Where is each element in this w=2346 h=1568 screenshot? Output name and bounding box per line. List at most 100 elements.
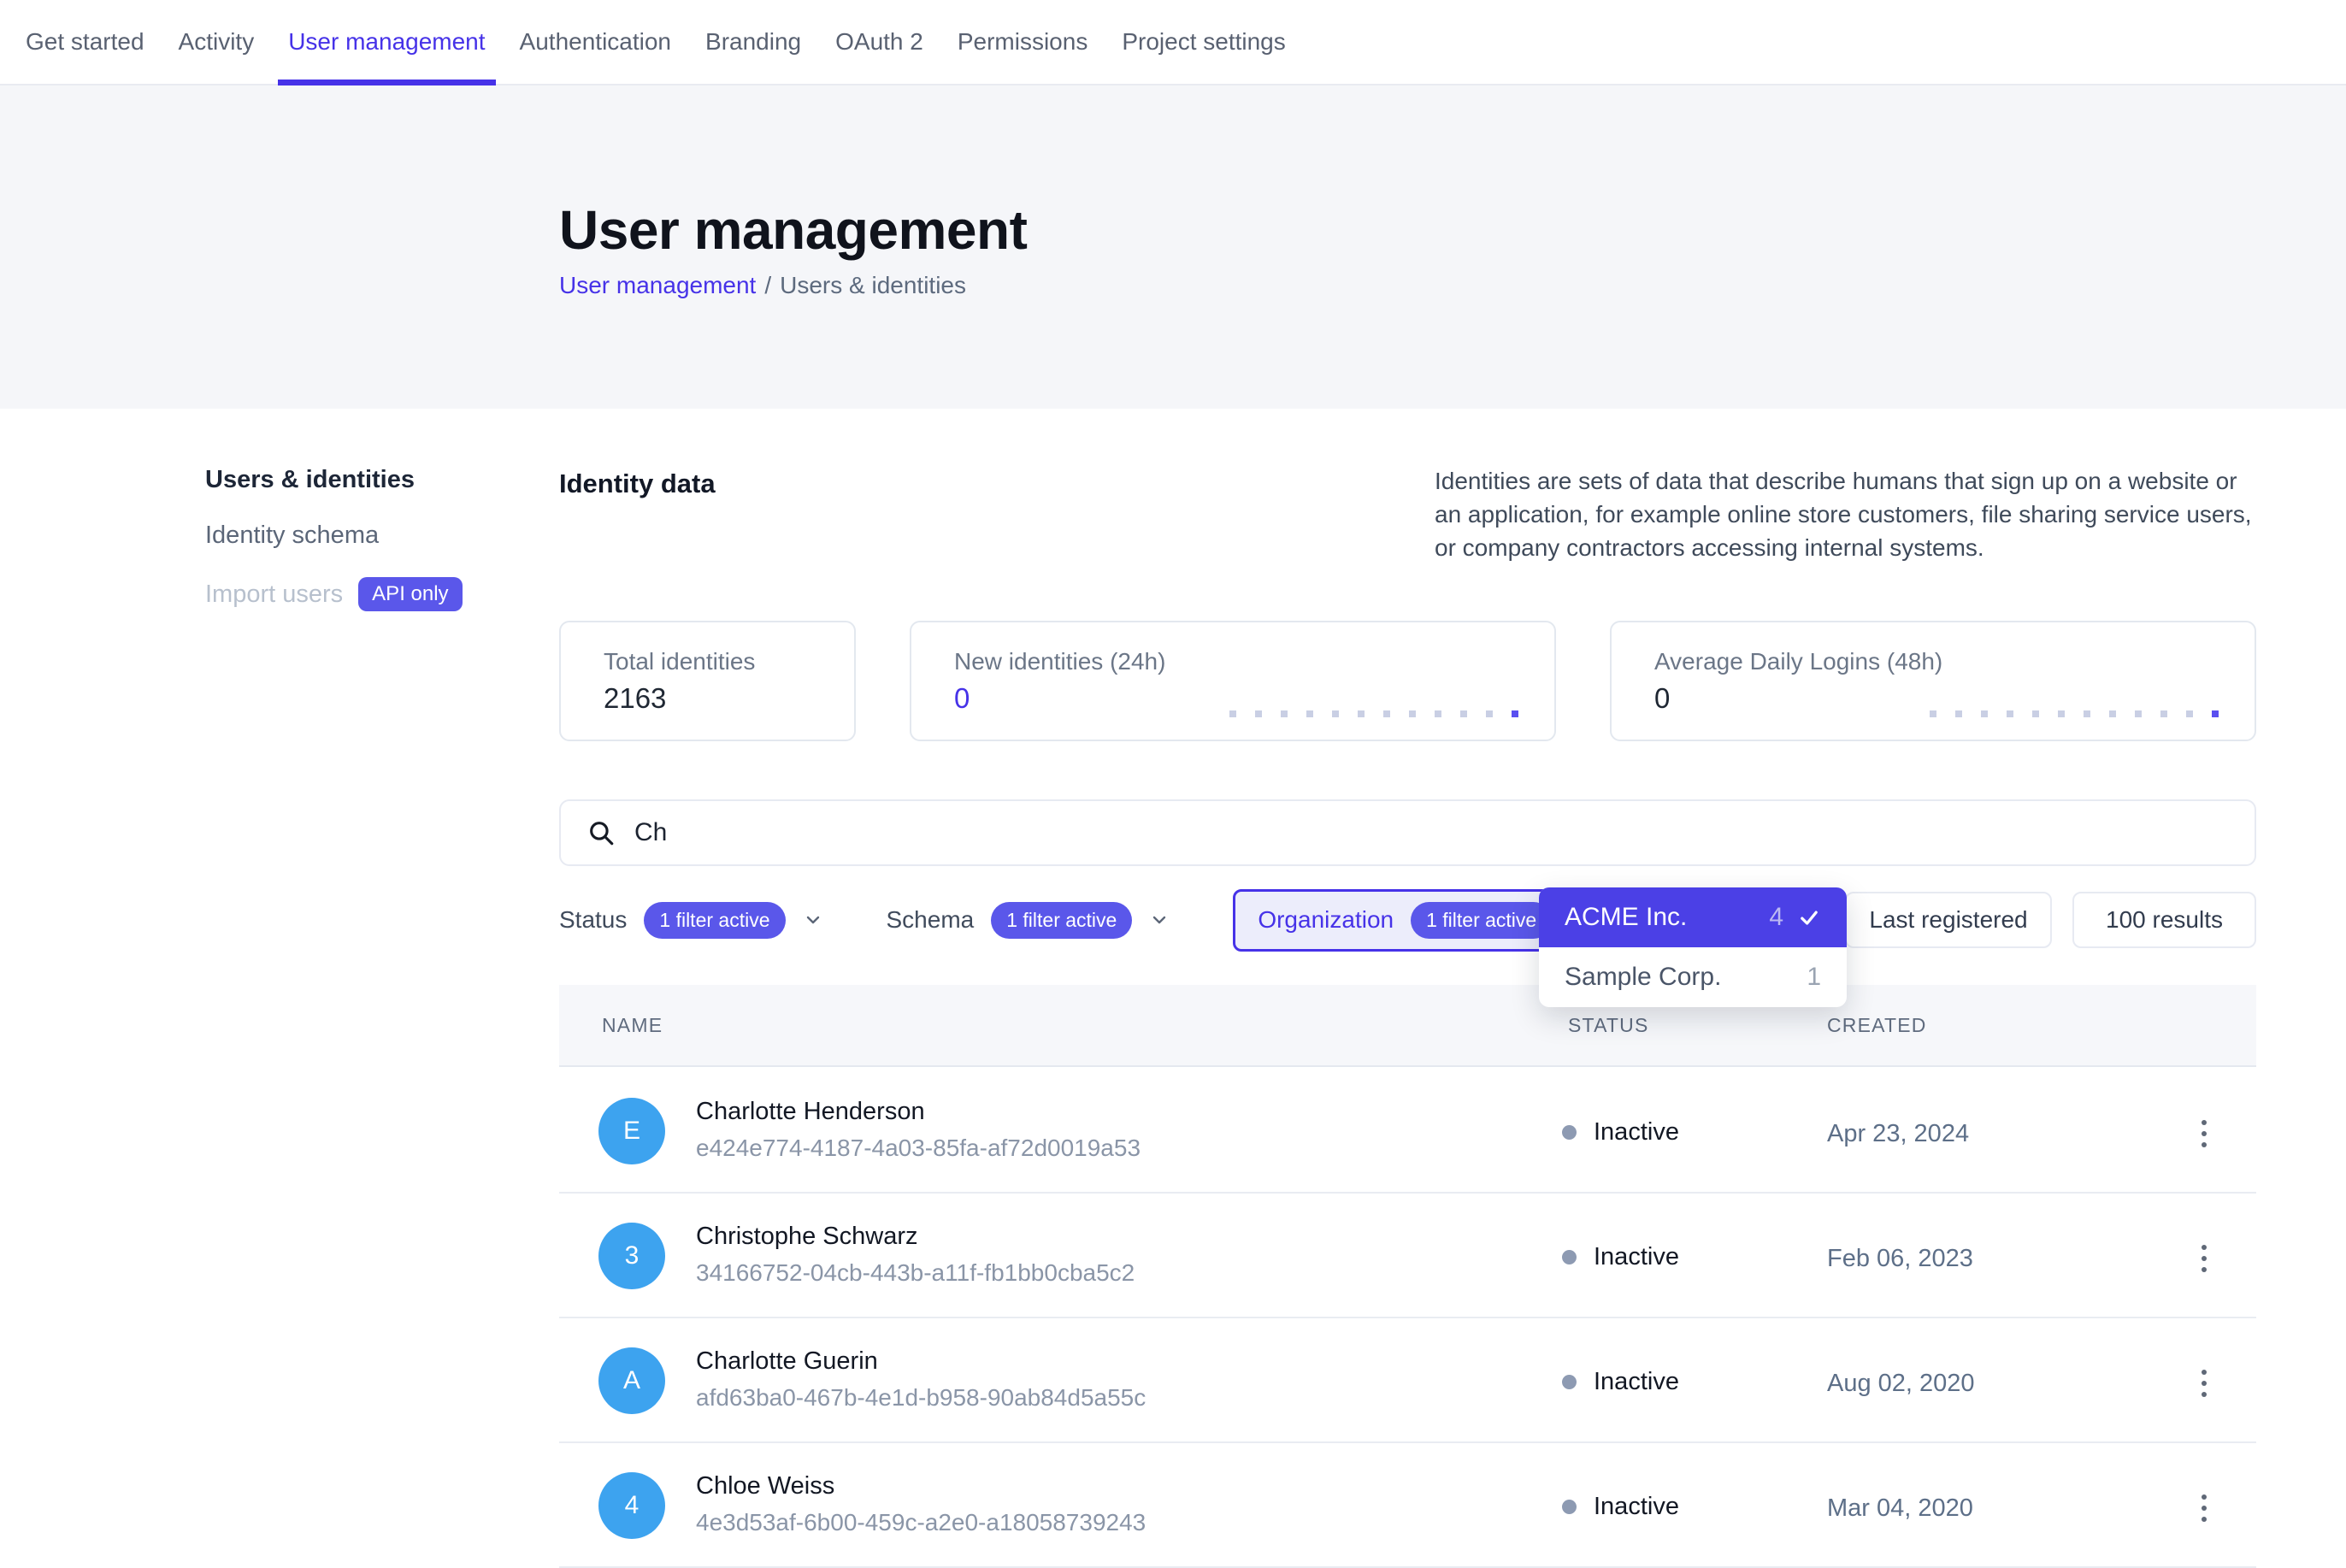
- filter-label: Status: [559, 906, 627, 934]
- row-actions-kebab-icon[interactable]: [2184, 1235, 2225, 1282]
- tab-get-started[interactable]: Get started: [26, 0, 144, 84]
- tab-permissions[interactable]: Permissions: [958, 0, 1088, 84]
- sidebar-item-label: Import users: [205, 581, 343, 609]
- status-cell: Inactive: [1562, 1118, 1679, 1147]
- sparkline-bar: [1383, 710, 1390, 717]
- sidebar-item-import-users: Import users API only: [205, 577, 530, 611]
- stat-label: Average Daily Logins (48h): [1654, 648, 2255, 675]
- status-label: Inactive: [1594, 1243, 1679, 1271]
- identity-name: Charlotte Henderson: [696, 1098, 1141, 1126]
- page-title: User management: [559, 198, 1027, 262]
- filter-label: Organization: [1258, 906, 1394, 934]
- api-only-badge: API only: [358, 577, 462, 611]
- status-label: Inactive: [1594, 1368, 1679, 1396]
- identity-name: Chloe Weiss: [696, 1472, 1146, 1500]
- created-date: Aug 02, 2020: [1827, 1370, 1975, 1398]
- sparkline-bar: [1306, 710, 1313, 717]
- sparkline-bar: [2058, 710, 2065, 717]
- sparkline-bar: [1332, 710, 1339, 717]
- option-label: ACME Inc.: [1565, 903, 1755, 932]
- filter-schema[interactable]: Schema 1 filter active: [887, 902, 1170, 939]
- row-actions-kebab-icon[interactable]: [2184, 1359, 2225, 1407]
- breadcrumb-link-user-management[interactable]: User management: [559, 272, 756, 299]
- stat-cards: Total identities 2163 New identities (24…: [559, 621, 2256, 741]
- status-cell: Inactive: [1562, 1368, 1679, 1396]
- sparkline-bar-current: [2212, 710, 2219, 717]
- option-count: 1: [1807, 963, 1821, 992]
- status-cell: Inactive: [1562, 1493, 1679, 1521]
- sparkline-bar: [1930, 710, 1936, 717]
- dropdown-option-acme[interactable]: ACME Inc. 4: [1539, 887, 1847, 947]
- sparkline-bar: [2032, 710, 2039, 717]
- table-row[interactable]: 4 Chloe Weiss 4e3d53af-6b00-459c-a2e0-a1…: [559, 1443, 2256, 1568]
- tab-user-management[interactable]: User management: [288, 0, 485, 84]
- sparkline-bar: [1255, 710, 1262, 717]
- sparkline: [1930, 710, 2219, 717]
- filter-active-badge: 1 filter active: [991, 902, 1132, 939]
- name-cell: Charlotte Henderson e424e774-4187-4a03-8…: [696, 1098, 1141, 1162]
- sparkline-bar-current: [1512, 710, 1518, 717]
- column-header-created: CREATED: [1827, 1014, 1927, 1037]
- breadcrumb-current: Users & identities: [780, 272, 966, 299]
- filter-active-badge: 1 filter active: [644, 902, 785, 939]
- sparkline-bar: [1486, 710, 1493, 717]
- sparkline-bar: [2084, 710, 2090, 717]
- sparkline: [1229, 710, 1518, 717]
- sparkline-bar: [2135, 710, 2142, 717]
- identity-id: 34166752-04cb-443b-a11f-fb1bb0cba5c2: [696, 1259, 1135, 1287]
- status-label: Inactive: [1594, 1118, 1679, 1147]
- stat-label: New identities (24h): [954, 648, 1554, 675]
- created-date: Apr 23, 2024: [1827, 1120, 1969, 1148]
- tab-branding[interactable]: Branding: [705, 0, 801, 84]
- check-icon: [1797, 905, 1821, 929]
- row-actions-kebab-icon[interactable]: [2184, 1484, 2225, 1532]
- breadcrumb-separator: /: [764, 272, 771, 299]
- column-header-name: NAME: [602, 1014, 663, 1037]
- status-cell: Inactive: [1562, 1243, 1679, 1271]
- avatar: 3: [598, 1223, 665, 1289]
- sparkline-bar: [1229, 710, 1236, 717]
- sort-button[interactable]: Last registered: [1845, 892, 2052, 948]
- section-title: Identity data: [559, 469, 716, 499]
- sparkline-bar: [1409, 710, 1416, 717]
- breadcrumb: User management / Users & identities: [559, 272, 966, 299]
- stat-card-total-identities: Total identities 2163: [559, 621, 856, 741]
- created-date: Feb 06, 2023: [1827, 1245, 1973, 1273]
- table-row[interactable]: A Charlotte Guerin afd63ba0-467b-4e1d-b9…: [559, 1318, 2256, 1443]
- search-input[interactable]: [634, 818, 2229, 847]
- table-header: NAME STATUS CREATED: [559, 985, 2256, 1067]
- row-actions-kebab-icon[interactable]: [2184, 1110, 2225, 1158]
- chevron-down-icon: [1149, 910, 1170, 930]
- status-dot-icon: [1562, 1500, 1577, 1514]
- sidebar: Users & identities Identity schema Impor…: [205, 466, 530, 639]
- sparkline-bar: [1281, 710, 1288, 717]
- page-header: [0, 85, 2346, 409]
- avatar: E: [598, 1098, 665, 1164]
- sidebar-item-label: Identity schema: [205, 522, 379, 550]
- sparkline-bar: [2109, 710, 2116, 717]
- identity-name: Charlotte Guerin: [696, 1347, 1146, 1376]
- dropdown-option-sample-corp[interactable]: Sample Corp. 1: [1539, 947, 1847, 1007]
- tab-oauth2[interactable]: OAuth 2: [835, 0, 923, 84]
- results-count-button[interactable]: 100 results: [2072, 892, 2256, 948]
- filter-row: Status 1 filter active Schema 1 filter a…: [559, 887, 1614, 952]
- stat-label: Total identities: [604, 648, 854, 675]
- name-cell: Charlotte Guerin afd63ba0-467b-4e1d-b958…: [696, 1347, 1146, 1412]
- table-row[interactable]: E Charlotte Henderson e424e774-4187-4a03…: [559, 1069, 2256, 1194]
- sparkline-bar: [1358, 710, 1365, 717]
- tab-project-settings[interactable]: Project settings: [1122, 0, 1285, 84]
- sidebar-item-users-identities[interactable]: Users & identities: [205, 466, 530, 494]
- tab-activity[interactable]: Activity: [179, 0, 255, 84]
- stat-card-average-daily-logins: Average Daily Logins (48h) 0: [1610, 621, 2256, 741]
- filter-status[interactable]: Status 1 filter active: [559, 902, 823, 939]
- filter-label: Schema: [887, 906, 975, 934]
- sparkline-bar: [1435, 710, 1441, 717]
- tab-authentication[interactable]: Authentication: [520, 0, 671, 84]
- sidebar-item-identity-schema[interactable]: Identity schema: [205, 522, 530, 550]
- status-dot-icon: [1562, 1250, 1577, 1264]
- sparkline-bar: [1981, 710, 1988, 717]
- stat-value: 2163: [604, 682, 854, 715]
- sparkline-bar: [2007, 710, 2013, 717]
- table-row[interactable]: 3 Christophe Schwarz 34166752-04cb-443b-…: [559, 1194, 2256, 1318]
- table-body: E Charlotte Henderson e424e774-4187-4a03…: [559, 1069, 2256, 1568]
